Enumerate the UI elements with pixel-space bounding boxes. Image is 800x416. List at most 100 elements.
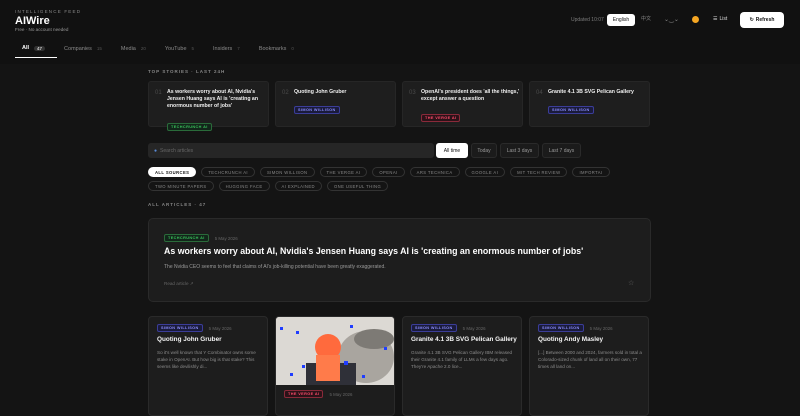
all-articles-heading: ALL ARTICLES · 47 bbox=[148, 202, 207, 207]
lang-chinese-button[interactable]: 中文 bbox=[641, 15, 651, 22]
story-number: 04 bbox=[536, 90, 543, 96]
card-meta: THE VERGE AI 5 May 2026 bbox=[284, 390, 352, 398]
tab-count: 7 bbox=[237, 46, 240, 51]
brand-logo[interactable]: AIWire bbox=[15, 15, 50, 27]
story-title: As workers worry about AI, Nvidia's Jens… bbox=[167, 89, 258, 109]
search-input[interactable]: ● Search articles bbox=[148, 143, 434, 158]
card-title: Granite 4.1 3B SVG Pelican Gallery bbox=[411, 336, 517, 343]
card-title: Quoting Andy Masley bbox=[538, 336, 604, 343]
theme-toggle-icon[interactable]: ⌄‿⌄ bbox=[664, 16, 679, 23]
chip-importai[interactable]: IMPORTAI bbox=[572, 167, 610, 177]
updated-time: Updated 10:07 bbox=[571, 17, 604, 23]
refresh-label: Refresh bbox=[755, 17, 775, 23]
source-badge: SIMON WILLISON bbox=[411, 324, 457, 332]
tab-label: Media bbox=[120, 45, 136, 52]
source-filter-chips: ALL SOURCES TECHCRUNCH AI SIMON WILLISON… bbox=[148, 167, 658, 191]
article-date: 5 May 2026 bbox=[462, 325, 486, 331]
bookmark-star-icon[interactable]: ☆ bbox=[628, 279, 634, 287]
featured-description: The Nvidia CEO seems to feel that claims… bbox=[164, 264, 386, 270]
source-badge: SIMON WILLISON bbox=[548, 106, 594, 114]
eyebrow: INTELLIGENCE FEED bbox=[15, 9, 82, 14]
article-date: 5 May 2026 bbox=[589, 325, 613, 331]
refresh-button[interactable]: ↻ Refresh bbox=[740, 12, 784, 28]
tab-bar: All 47 Companies 15 Media 20 YouTube 5 Insid… bbox=[15, 43, 306, 58]
article-date: 5 May 2026 bbox=[214, 235, 238, 241]
tab-insiders[interactable]: Insiders 7 bbox=[206, 43, 252, 58]
chip-one-useful-thing[interactable]: ONE USEFUL THING bbox=[326, 181, 389, 191]
tab-media[interactable]: Media 20 bbox=[114, 43, 158, 58]
search-placeholder: Search articles bbox=[160, 147, 194, 154]
source-badge: THE VERGE AI bbox=[284, 390, 324, 398]
tab-count: 0 bbox=[291, 46, 294, 51]
list-view-button[interactable]: ☰ List bbox=[713, 16, 727, 22]
article-card[interactable]: SIMON WILLISON 5 May 2026 Quoting Andy M… bbox=[529, 316, 649, 416]
story-number: 02 bbox=[282, 90, 289, 96]
article-card[interactable]: SIMON WILLISON 5 May 2026 Quoting John G… bbox=[148, 316, 268, 416]
article-card[interactable]: THE VERGE AI 5 May 2026 bbox=[275, 316, 395, 416]
tab-companies[interactable]: Companies 15 bbox=[57, 43, 114, 58]
chip-the-verge-ai[interactable]: THE VERGE AI bbox=[319, 167, 368, 177]
card-description: Granite 4.1 3B SVG Pelican Gallery IBM r… bbox=[411, 350, 513, 370]
filter-all-time[interactable]: All time bbox=[436, 143, 468, 158]
featured-article-card[interactable]: TECHCRUNCH AI 5 May 2026 As workers worr… bbox=[148, 218, 651, 302]
chip-ars-technica[interactable]: ARS TECHNICA bbox=[409, 167, 460, 177]
chip-two-minute-papers[interactable]: TWO MINUTE PAPERS bbox=[148, 181, 214, 191]
article-date: 5 May 2026 bbox=[208, 325, 232, 331]
source-badge: TECHCRUNCH AI bbox=[167, 123, 212, 131]
chip-all-sources[interactable]: ALL SOURCES bbox=[148, 167, 197, 177]
thumbnail-illustration bbox=[276, 317, 394, 385]
chip-mit-tech-review[interactable]: MIT TECH REVIEW bbox=[510, 167, 568, 177]
chip-simon-willison[interactable]: SIMON WILLISON bbox=[259, 167, 315, 177]
card-description: So it's well known that Y Combinator own… bbox=[157, 350, 256, 370]
top-story-card[interactable]: 01 As workers worry about AI, Nvidia's J… bbox=[148, 81, 269, 131]
chip-google-ai[interactable]: GOOGLE AI bbox=[464, 167, 506, 177]
card-title: Quoting John Gruber bbox=[157, 336, 222, 343]
card-description: [...] Between 2000 and 2024, farmers sol… bbox=[538, 350, 642, 370]
featured-meta: TECHCRUNCH AI 5 May 2026 bbox=[164, 234, 238, 242]
source-badge: SIMON WILLISON bbox=[538, 324, 584, 332]
top-stories-heading: TOP STORIES · LAST 24H bbox=[148, 69, 226, 74]
top-story-card[interactable]: 02 Quoting John Gruber SIMON WILLISON bbox=[275, 81, 396, 127]
lang-english-button[interactable]: English bbox=[607, 14, 635, 26]
tagline: Free · No account needed bbox=[15, 27, 69, 32]
tab-youtube[interactable]: YouTube 5 bbox=[158, 43, 206, 58]
tab-count: 47 bbox=[34, 45, 46, 51]
status-dot-icon[interactable] bbox=[692, 16, 699, 23]
chip-hugging-face[interactable]: HUGGING FACE bbox=[218, 181, 270, 191]
list-icon: ☰ bbox=[713, 16, 718, 22]
tab-label: Companies bbox=[64, 45, 92, 52]
card-meta: SIMON WILLISON 5 May 2026 bbox=[157, 324, 232, 332]
filter-last-7-days[interactable]: Last 7 days bbox=[542, 143, 581, 158]
source-badge: SIMON WILLISON bbox=[157, 324, 203, 332]
search-icon: ● bbox=[154, 147, 158, 154]
featured-title: As workers worry about AI, Nvidia's Jens… bbox=[164, 246, 584, 256]
tab-label: Bookmarks bbox=[258, 45, 287, 52]
card-meta: SIMON WILLISON 5 May 2026 bbox=[411, 324, 486, 332]
story-title: Granite 4.1 3B SVG Pelican Gallery bbox=[548, 89, 634, 95]
top-story-card[interactable]: 04 Granite 4.1 3B SVG Pelican Gallery SI… bbox=[529, 81, 650, 127]
top-story-card[interactable]: 03 OpenAI's president does 'all the thin… bbox=[402, 81, 523, 127]
tab-bookmarks[interactable]: Bookmarks 0 bbox=[252, 43, 306, 58]
story-title: OpenAI's president does 'all the things,… bbox=[421, 89, 520, 102]
list-label: List bbox=[719, 16, 728, 22]
tab-count: 15 bbox=[96, 46, 102, 51]
chip-techcrunch-ai[interactable]: TECHCRUNCH AI bbox=[201, 167, 255, 177]
tab-count: 20 bbox=[140, 46, 146, 51]
tab-all[interactable]: All 47 bbox=[15, 43, 58, 58]
tab-label: YouTube bbox=[164, 45, 187, 52]
filter-today[interactable]: Today bbox=[471, 143, 497, 158]
article-card[interactable]: SIMON WILLISON 5 May 2026 Granite 4.1 3B… bbox=[402, 316, 522, 416]
chip-openai[interactable]: OPENAI bbox=[372, 167, 405, 177]
top-bar: INTELLIGENCE FEED AIWire Free · No accou… bbox=[0, 0, 800, 64]
article-date: 5 May 2026 bbox=[329, 391, 353, 397]
filter-last-3-days[interactable]: Last 3 days bbox=[500, 143, 539, 158]
story-title: Quoting John Gruber bbox=[294, 89, 347, 95]
card-meta: SIMON WILLISON 5 May 2026 bbox=[538, 324, 613, 332]
source-badge: SIMON WILLISON bbox=[294, 106, 340, 114]
read-article-link[interactable]: Read article ↗ bbox=[164, 281, 194, 287]
source-badge: THE VERGE AI bbox=[421, 114, 461, 122]
story-number: 03 bbox=[409, 90, 416, 96]
chip-ai-explained[interactable]: AI EXPLAINED bbox=[274, 181, 322, 191]
refresh-icon: ↻ bbox=[749, 17, 754, 23]
article-thumbnail bbox=[276, 317, 394, 385]
